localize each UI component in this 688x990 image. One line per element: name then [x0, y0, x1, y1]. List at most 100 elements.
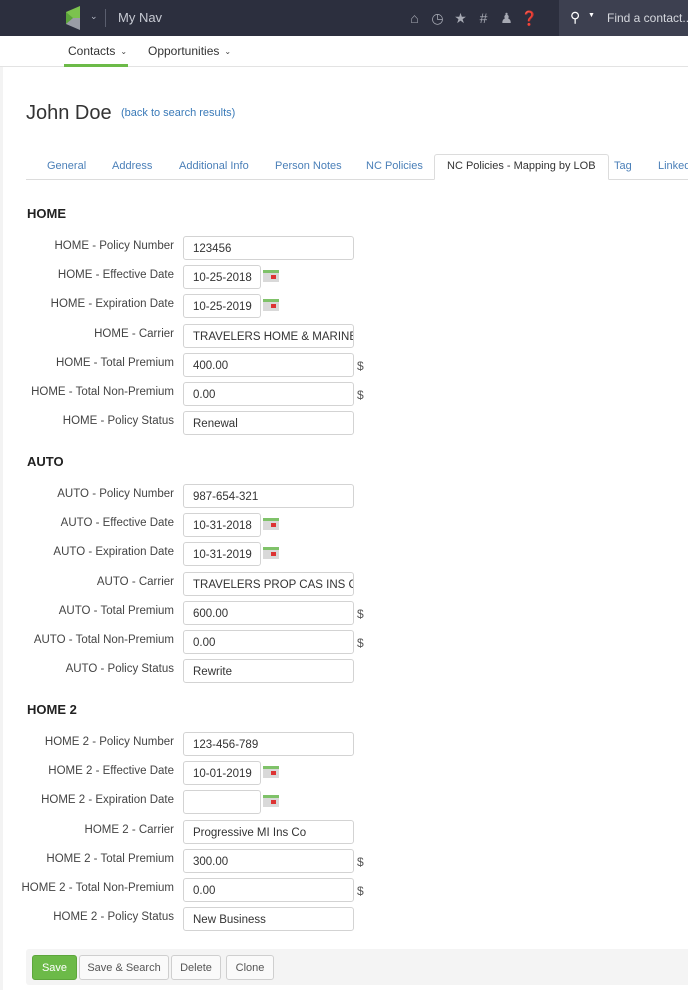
text-input[interactable]: Rewrite — [183, 659, 354, 683]
calendar-icon[interactable] — [263, 518, 279, 530]
clone-button[interactable]: Clone — [226, 955, 274, 980]
form-row: HOME - Total Non-Premium 0.00 $ — [0, 382, 688, 407]
sub-nav: Contacts ⌄ Opportunities ⌄ — [0, 36, 688, 67]
date-input[interactable]: 10-31-2018 — [183, 513, 261, 537]
search-input[interactable]: Find a contact... — [607, 11, 688, 25]
calendar-icon[interactable] — [263, 795, 279, 807]
field-label: HOME 2 - Policy Number — [44, 736, 174, 748]
text-input[interactable]: 300.00 — [183, 849, 354, 873]
tab-nc-policies[interactable]: NC Policies — [366, 160, 423, 172]
calendar-icon[interactable] — [263, 547, 279, 559]
date-input[interactable]: 10-25-2018 — [183, 265, 261, 289]
user-icon[interactable]: ♟ — [499, 9, 514, 26]
tab-address[interactable]: Address — [112, 160, 152, 172]
chevron-down-icon: ⌄ — [224, 46, 232, 56]
field-label: AUTO - Total Premium — [58, 605, 174, 617]
star-icon[interactable]: ★ — [453, 9, 468, 26]
text-input[interactable]: New Business — [183, 907, 354, 931]
help-icon[interactable]: ❓ — [521, 9, 538, 26]
currency-symbol: $ — [357, 388, 364, 402]
currency-symbol: $ — [357, 607, 364, 621]
form-row: HOME - Policy Status Renewal — [0, 411, 688, 436]
form-row: AUTO - Total Non-Premium 0.00 $ — [0, 630, 688, 655]
subnav-opportunities[interactable]: Opportunities ⌄ — [148, 44, 231, 58]
hashtag-icon[interactable]: # — [476, 9, 491, 26]
form-row: HOME 2 - Policy Status New Business — [0, 907, 688, 932]
field-label: AUTO - Total Non-Premium — [33, 634, 174, 646]
my-nav-link[interactable]: My Nav — [118, 10, 162, 25]
form-row: AUTO - Policy Status Rewrite — [0, 659, 688, 684]
field-label: AUTO - Policy Number — [57, 488, 174, 500]
text-input[interactable]: 0.00 — [183, 382, 354, 406]
text-input[interactable]: Progressive MI Ins Co — [183, 820, 354, 844]
text-input[interactable]: TRAVELERS HOME & MARINE — [183, 324, 354, 348]
tab-person-notes[interactable]: Person Notes — [275, 160, 342, 172]
caret-down-icon[interactable]: ▼ — [588, 12, 595, 19]
field-label: HOME 2 - Total Premium — [46, 853, 174, 865]
tab-tag[interactable]: Tag — [614, 160, 632, 172]
subnav-label: Contacts — [68, 44, 116, 58]
delete-button[interactable]: Delete — [171, 955, 221, 980]
text-input[interactable]: TRAVELERS PROP CAS INS CO — [183, 572, 354, 596]
tab-linked[interactable]: Linked — [658, 160, 688, 172]
currency-symbol: $ — [357, 855, 364, 869]
form-row: HOME 2 - Policy Number 123-456-789 — [0, 732, 688, 757]
subnav-contacts[interactable]: Contacts ⌄ — [68, 44, 127, 58]
calendar-icon[interactable] — [263, 299, 279, 311]
back-to-search-link[interactable]: (back to search results) — [121, 107, 235, 119]
form-row: HOME 2 - Effective Date 10-01-2019 — [0, 761, 688, 786]
text-input[interactable]: Renewal — [183, 411, 354, 435]
text-input[interactable]: 0.00 — [183, 630, 354, 654]
calendar-icon[interactable] — [263, 270, 279, 282]
form-actions: Save Save & Search Delete Clone — [26, 949, 688, 985]
text-input[interactable]: 987-654-321 — [183, 484, 354, 508]
tab-additional-info[interactable]: Additional Info — [179, 160, 249, 172]
text-input[interactable]: 123456 — [183, 236, 354, 260]
save-and-search-button[interactable]: Save & Search — [79, 955, 169, 980]
save-button[interactable]: Save — [32, 955, 77, 980]
text-input[interactable]: 600.00 — [183, 601, 354, 625]
field-label: HOME - Policy Number — [54, 240, 175, 252]
date-input[interactable] — [183, 790, 261, 814]
form-row: HOME - Expiration Date 10-25-2019 — [0, 294, 688, 319]
chevron-down-icon[interactable]: ⌄ — [90, 11, 98, 22]
calendar-icon[interactable] — [263, 766, 279, 778]
home-icon[interactable]: ⌂ — [407, 9, 422, 26]
currency-symbol: $ — [357, 636, 364, 650]
subnav-label: Opportunities — [148, 44, 220, 58]
field-label: AUTO - Policy Status — [65, 663, 174, 675]
divider — [105, 9, 106, 27]
form-row: AUTO - Policy Number 987-654-321 — [0, 484, 688, 509]
tab-nc-policies-mapping-by-lob[interactable]: NC Policies - Mapping by LOB — [434, 154, 609, 180]
topbar-icons: ⌂ ◷ ★ # ♟ ❓ — [407, 9, 538, 26]
chevron-down-icon: ⌄ — [120, 46, 128, 56]
text-input[interactable]: 123-456-789 — [183, 732, 354, 756]
tab-general[interactable]: General — [47, 160, 86, 172]
date-input[interactable]: 10-31-2019 — [183, 542, 261, 566]
contact-search[interactable]: ⚲ ▼ Find a contact... — [559, 0, 688, 36]
form-row: HOME 2 - Total Premium 300.00 $ — [0, 849, 688, 874]
form-row: HOME - Carrier TRAVELERS HOME & MARINE — [0, 324, 688, 349]
date-input[interactable]: 10-01-2019 — [183, 761, 261, 785]
date-input[interactable]: 10-25-2019 — [183, 294, 261, 318]
field-label: AUTO - Carrier — [96, 576, 174, 588]
field-label: HOME - Policy Status — [62, 415, 174, 427]
active-indicator — [64, 64, 128, 67]
page-title: John Doe — [26, 102, 112, 124]
history-icon[interactable]: ◷ — [430, 9, 445, 26]
top-nav-bar: ⌄ My Nav ⌂ ◷ ★ # ♟ ❓ ⚲ ▼ Find a contact.… — [0, 0, 688, 36]
text-input[interactable]: 0.00 — [183, 878, 354, 902]
field-label: HOME - Expiration Date — [50, 298, 174, 310]
currency-symbol: $ — [357, 884, 364, 898]
form-row: AUTO - Effective Date 10-31-2018 — [0, 513, 688, 538]
currency-symbol: $ — [357, 359, 364, 373]
form-row: HOME 2 - Expiration Date — [0, 790, 688, 815]
text-input[interactable]: 400.00 — [183, 353, 354, 377]
form-row: AUTO - Expiration Date 10-31-2019 — [0, 542, 688, 567]
search-icon[interactable]: ⚲ — [570, 9, 580, 26]
app-logo-icon[interactable] — [66, 6, 84, 30]
form-row: HOME 2 - Total Non-Premium 0.00 $ — [0, 878, 688, 903]
section-title: HOME — [27, 206, 66, 221]
section-title: AUTO — [27, 454, 64, 469]
field-label: HOME - Total Premium — [55, 357, 174, 369]
